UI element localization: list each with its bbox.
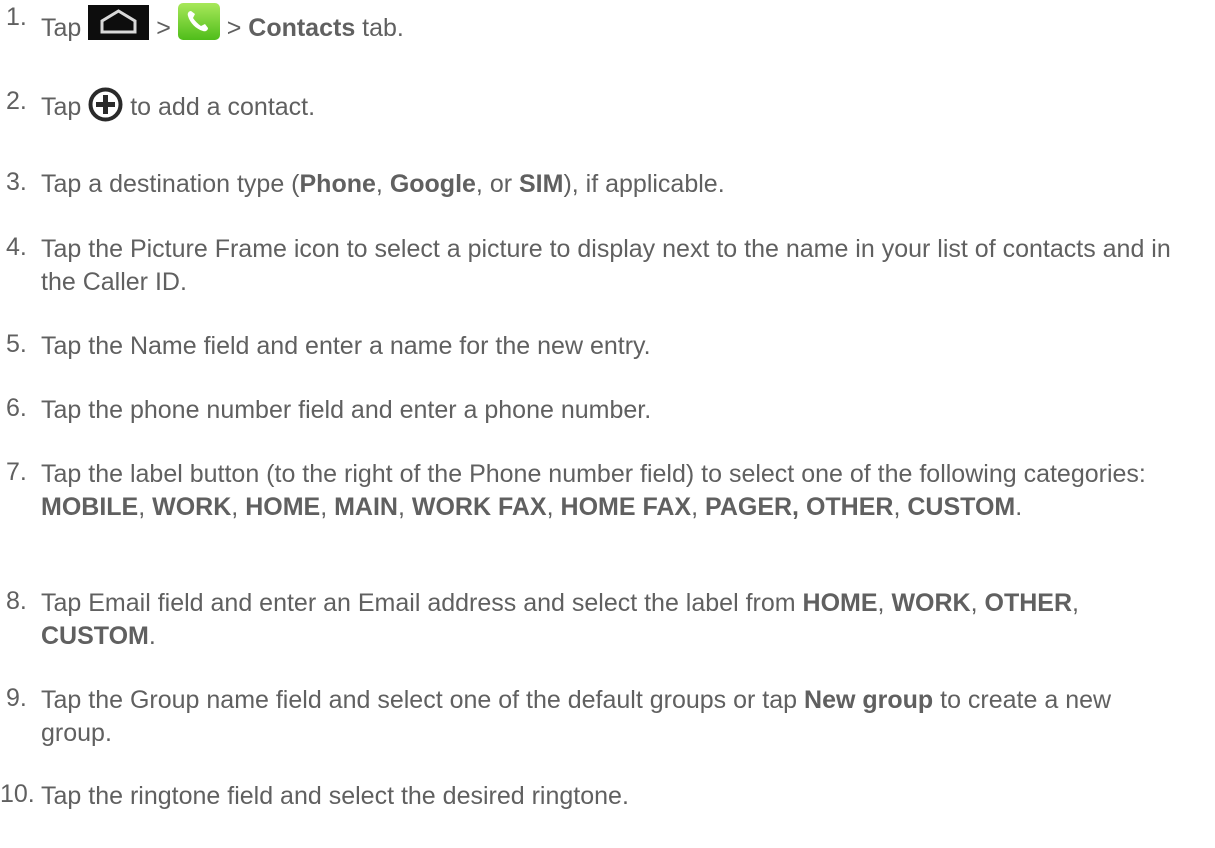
instruction-list: 1. Tap > > Contacts tab. 2. Tap to add a… [0,0,1215,848]
step-text: Tap to add a contact. [41,87,1175,124]
home-icon [88,5,150,40]
step-text: Tap > > Contacts tab. [41,3,1175,45]
step-text: Tap the phone number field and enter a p… [41,396,652,424]
step-text: Tap Email field and enter an Email addre… [41,589,1079,650]
step-text: Tap a destination type (Phone, Google, o… [41,170,725,198]
step-number: 2. [6,87,27,115]
step-text: Tap the Picture Frame icon to select a p… [41,235,1171,296]
phone-icon [177,3,220,40]
step-number: 10. [0,780,35,808]
step-number: 6. [6,394,27,422]
step-number: 7. [6,458,27,486]
step-number: 4. [6,233,27,261]
add-icon [88,87,123,122]
step-number: 8. [6,587,27,615]
step-text: Tap the Name field and enter a name for … [41,332,651,360]
step-text: Tap the Group name field and select one … [41,686,1112,747]
step-number: 5. [6,330,27,358]
step-number: 9. [6,684,27,712]
step-text: Tap the ringtone field and select the de… [41,782,629,810]
step-text: Tap the label button (to the right of th… [41,460,1146,521]
step-number: 1. [6,3,27,31]
step-number: 3. [6,168,27,196]
